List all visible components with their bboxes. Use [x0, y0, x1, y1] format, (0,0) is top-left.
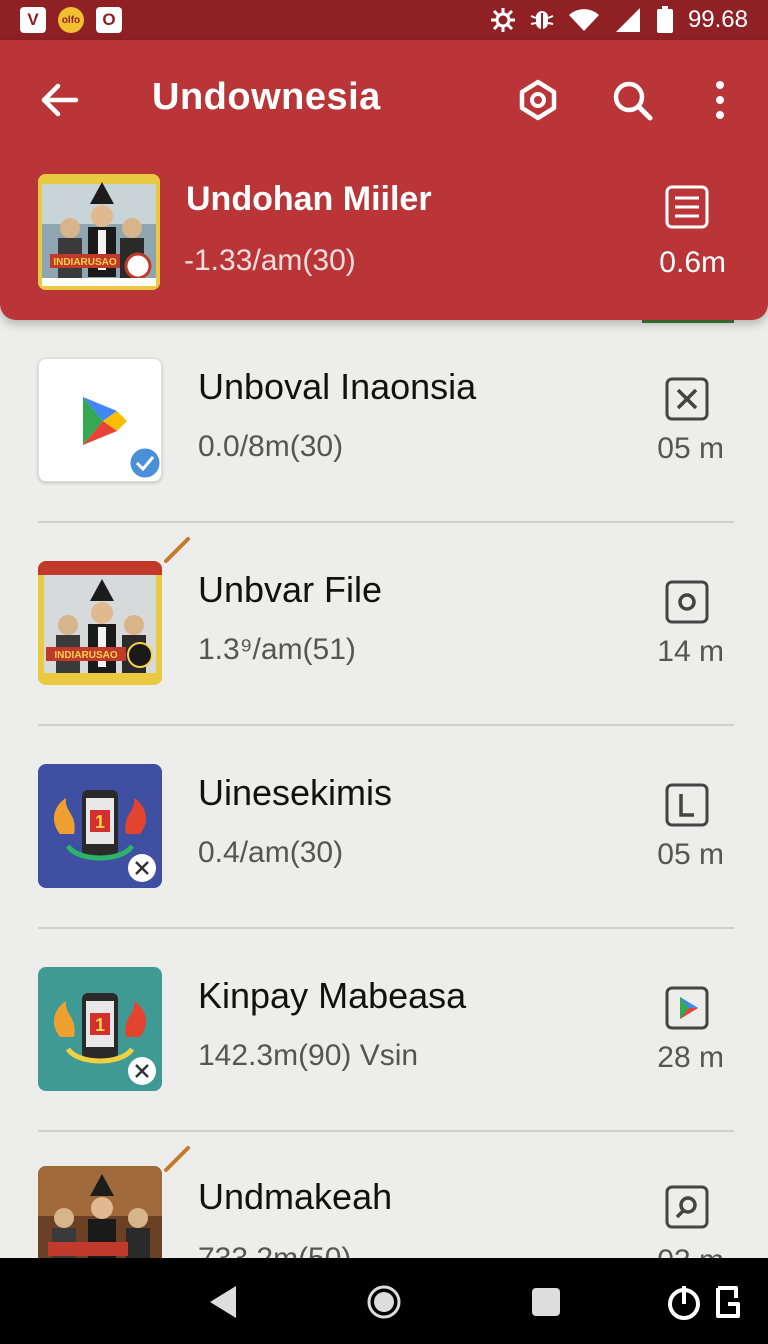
item-name: Undmakeah — [198, 1176, 393, 1217]
nav-recents-icon[interactable] — [526, 1282, 566, 1322]
edit-mark-icon — [164, 1146, 190, 1172]
page-title: Undownesia — [152, 76, 381, 118]
svg-text:INDIARUSAO: INDIARUSAO — [54, 650, 118, 661]
item-time: 03 m — [657, 1244, 724, 1258]
more-vert-icon[interactable] — [698, 78, 742, 122]
svg-text:1: 1 — [95, 812, 105, 832]
close-box-icon[interactable] — [664, 376, 710, 422]
item-name: Unbvar File — [198, 569, 383, 610]
featured-meta: -1.33/am(30) — [184, 244, 356, 277]
status-left-icons: V olfo O — [20, 7, 122, 33]
bug-icon — [530, 7, 554, 33]
settings-icon[interactable] — [516, 78, 560, 122]
play-icon[interactable] — [664, 985, 710, 1031]
item-time: 14 m — [657, 635, 724, 668]
nav-extra-icon-1[interactable] — [664, 1282, 704, 1322]
search-box-icon[interactable] — [664, 1184, 710, 1230]
play-store-thumbnail — [38, 358, 162, 482]
battery-text: 99.68 — [687, 6, 748, 33]
nav-back-icon[interactable] — [204, 1282, 244, 1322]
item-time: 28 m — [657, 1041, 724, 1074]
featured-item[interactable]: INDIARUSAO Undohan Miiler -1.33/am(30) 0… — [0, 158, 768, 320]
list-item[interactable]: 1 Uinesekimis 0.4/am(30) 05 m — [0, 726, 768, 929]
app-list: Unboval Inaonsia 0.0/8m(30) 05 m INDIARU… — [0, 320, 768, 1258]
item-meta: 0.4/am(30) — [198, 836, 344, 869]
featured-thumbnail: INDIARUSAO — [38, 174, 160, 290]
notification-badge-icon: olfo — [58, 7, 84, 33]
toolbar: Undownesia — [0, 40, 768, 158]
list-item[interactable]: 1 Kinpay Mabeasa 142.3m(90) Vsin 28 m — [0, 929, 768, 1132]
nav-extra-icon-2[interactable] — [708, 1282, 748, 1322]
item-name: Uinesekimis — [198, 772, 393, 813]
list-item[interactable]: Unboval Inaonsia 0.0/8m(30) 05 m — [0, 320, 768, 523]
item-name: Kinpay Mabeasa — [198, 975, 467, 1016]
settings-gear-icon — [490, 7, 516, 33]
edit-mark-icon — [164, 537, 190, 563]
phone-thumbnail: 1 — [38, 764, 162, 888]
list-item[interactable]: INDIARUSAO Unbvar File 1.3⁹/am(51) 14 m — [0, 523, 768, 726]
battery-icon — [656, 6, 674, 34]
list-item[interactable]: Undmakeah 733.2m(50) 03 m — [0, 1132, 768, 1258]
status-bar: V olfo O 99.68 — [0, 0, 768, 40]
letter-l-icon[interactable] — [664, 782, 710, 828]
featured-time: 0.6m — [659, 246, 726, 279]
app-header: Undownesia INDIARUSAO Undohan Miiler -1.… — [0, 40, 768, 320]
nav-home-icon[interactable] — [364, 1282, 404, 1322]
back-arrow-icon[interactable] — [38, 78, 82, 122]
v-icon: V — [20, 7, 46, 33]
svg-text:INDIARUSAO: INDIARUSAO — [53, 257, 117, 268]
svg-text:1: 1 — [95, 1015, 105, 1035]
photo-thumbnail — [38, 1166, 162, 1258]
navigation-bar — [0, 1258, 768, 1344]
signal-icon — [614, 7, 642, 33]
item-meta: 733.2m(50) — [198, 1242, 351, 1258]
photo-thumbnail: INDIARUSAO — [38, 561, 162, 685]
item-meta: 0.0/8m(30) — [198, 430, 344, 463]
wifi-icon — [568, 8, 600, 32]
status-right-icons: 99.68 — [490, 6, 748, 34]
item-meta: 142.3m(90) Vsin — [198, 1039, 419, 1072]
search-icon[interactable] — [610, 78, 654, 122]
item-time: 05 m — [657, 432, 724, 465]
item-meta: 1.3⁹/am(51) — [198, 633, 356, 666]
record-icon[interactable] — [664, 579, 710, 625]
phone-thumbnail: 1 — [38, 967, 162, 1091]
item-time: 05 m — [657, 838, 724, 871]
list-icon[interactable] — [664, 184, 710, 230]
featured-name: Undohan Miiler — [186, 180, 432, 218]
square-icon: O — [96, 7, 122, 33]
item-name: Unboval Inaonsia — [198, 366, 477, 407]
